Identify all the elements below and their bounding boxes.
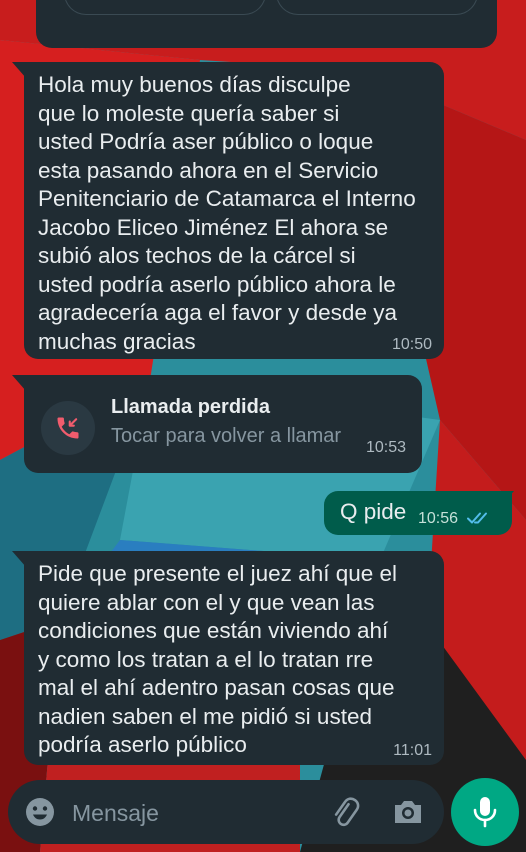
previous-option-left[interactable] bbox=[64, 0, 266, 15]
message-time: 10:50 bbox=[391, 336, 432, 353]
double-check-read-icon bbox=[467, 510, 491, 531]
message-text: Q pide bbox=[340, 499, 407, 524]
emoji-icon[interactable] bbox=[24, 796, 56, 828]
attach-icon[interactable] bbox=[328, 796, 362, 830]
missed-call-icon bbox=[41, 401, 95, 455]
message-time: 10:56 bbox=[418, 510, 459, 527]
message-input[interactable] bbox=[70, 794, 314, 832]
missed-call-subtitle: Tocar para volver a llamar bbox=[111, 425, 342, 447]
previous-option-right[interactable] bbox=[276, 0, 478, 15]
incoming-message-bubble[interactable]: Hola muy buenos días disculpe que lo mol… bbox=[24, 62, 444, 359]
previous-message-bubble bbox=[36, 0, 497, 48]
mic-icon bbox=[470, 795, 500, 829]
outgoing-message-bubble[interactable]: Q pide 10:56 bbox=[324, 491, 512, 535]
missed-call-time: 10:53 bbox=[365, 439, 406, 456]
missed-call-bubble[interactable]: Llamada perdida Tocar para volver a llam… bbox=[24, 375, 422, 473]
message-text: Hola muy buenos días disculpe que lo mol… bbox=[38, 72, 416, 354]
message-time: 11:01 bbox=[393, 742, 432, 759]
incoming-message-bubble[interactable]: Pide que presente el juez ahí que el qui… bbox=[24, 551, 444, 765]
mic-button[interactable] bbox=[451, 778, 519, 846]
missed-call-title: Llamada perdida bbox=[111, 396, 270, 418]
message-text: Pide que presente el juez ahí que el qui… bbox=[38, 561, 398, 757]
camera-icon[interactable] bbox=[391, 797, 425, 827]
message-input-bar bbox=[8, 780, 444, 844]
